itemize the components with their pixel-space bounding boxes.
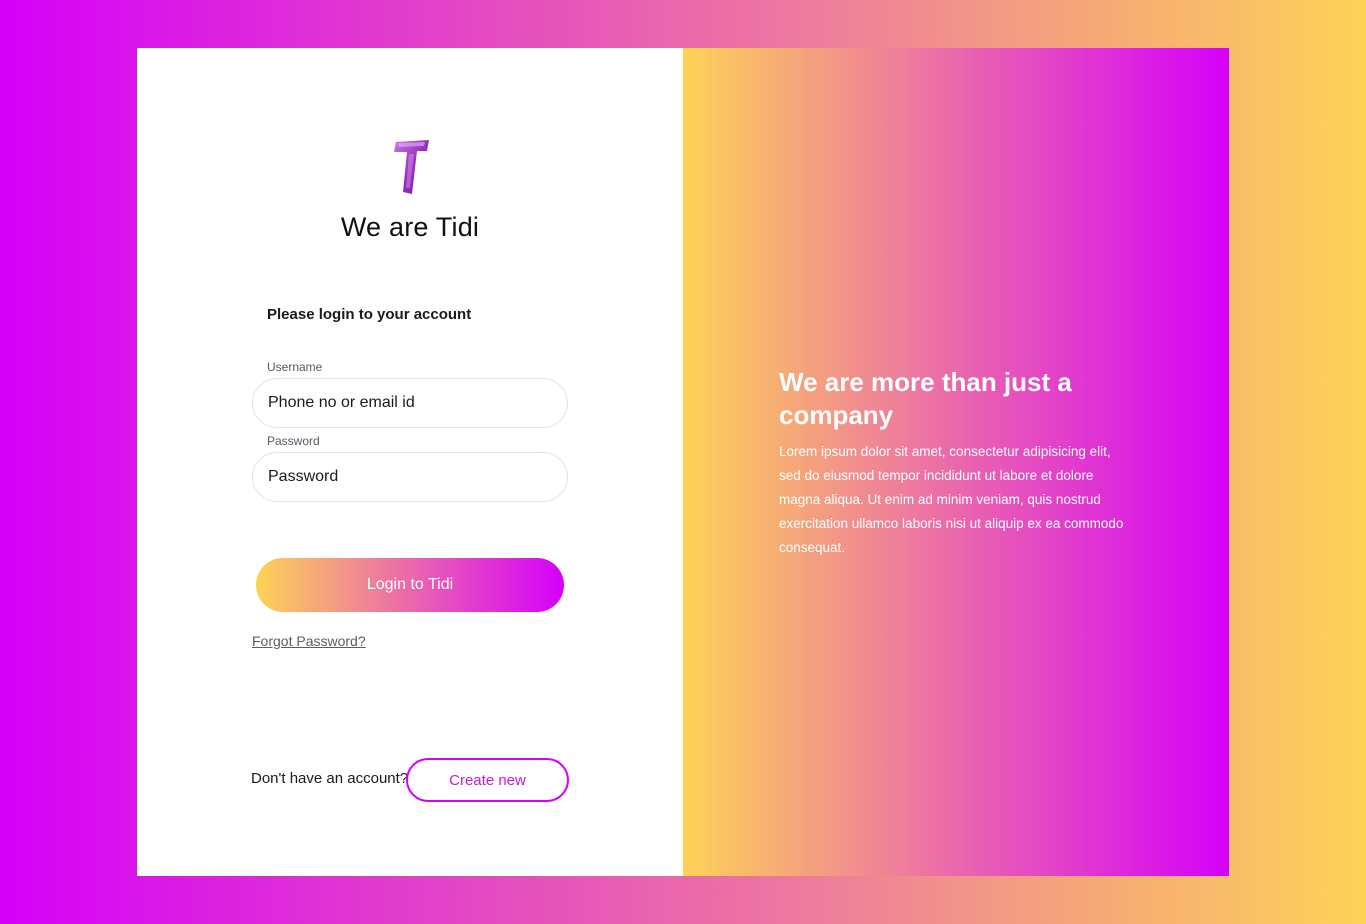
promo-heading: We are more than just a company: [779, 367, 1072, 430]
create-account-button[interactable]: Create new: [406, 758, 569, 802]
login-card: We are Tidi Please login to your account…: [137, 48, 1229, 876]
login-button[interactable]: Login to Tidi: [256, 558, 564, 612]
username-label: Username: [267, 360, 323, 374]
brand-title: We are Tidi: [340, 212, 480, 242]
promo-panel: We are more than just a company Lorem ip…: [683, 48, 1229, 876]
login-panel: We are Tidi Please login to your account…: [137, 48, 683, 876]
login-prompt: Please login to your account: [267, 306, 472, 323]
password-input[interactable]: [252, 452, 568, 502]
signup-prompt: Don't have an account?: [251, 770, 409, 787]
tidi-t-logo-icon: [394, 140, 429, 194]
promo-description: Lorem ipsum dolor sit amet, consectetur …: [779, 444, 1124, 555]
username-input[interactable]: [252, 378, 568, 428]
password-label: Password: [267, 434, 320, 448]
forgot-password-link[interactable]: Forgot Password?: [252, 633, 366, 649]
